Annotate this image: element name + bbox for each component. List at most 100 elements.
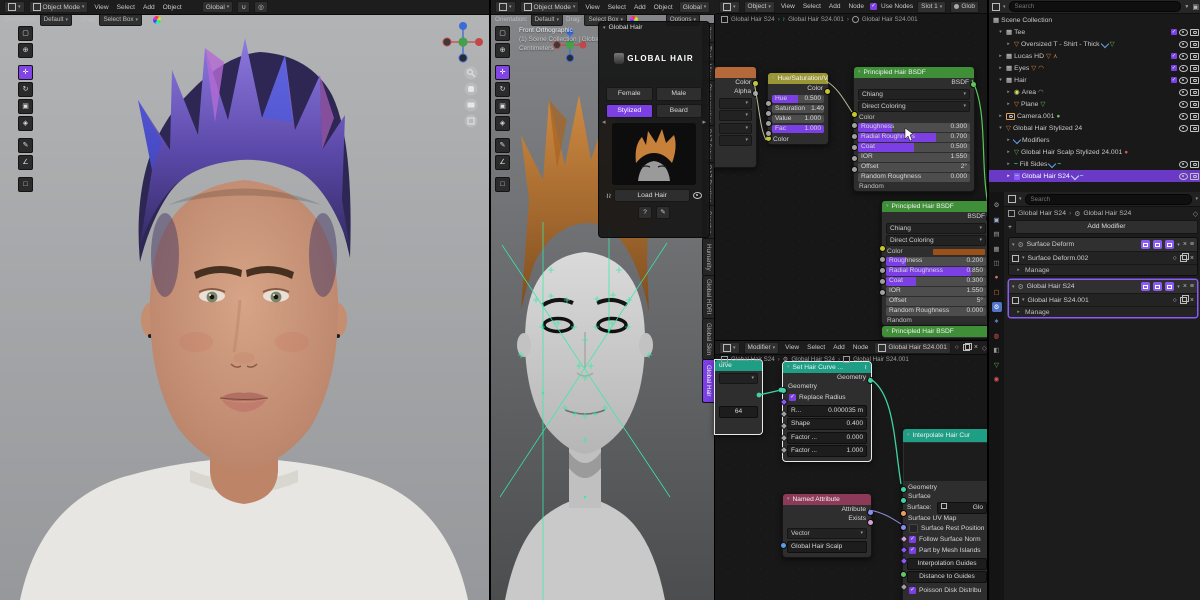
menu-add[interactable]: Add	[827, 3, 843, 10]
eye-icon[interactable]	[1179, 125, 1188, 132]
render-toggle[interactable]	[1165, 240, 1174, 249]
tool-move[interactable]: ✛	[18, 65, 33, 80]
tab-render[interactable]: ▣	[992, 215, 1002, 225]
menu-view[interactable]: View	[783, 344, 801, 351]
random-roughness-slider[interactable]: Random Roughness0.000	[858, 173, 970, 182]
modifier-name[interactable]: Global Hair S24	[1027, 283, 1075, 290]
tool-cursor[interactable]: ⊕	[18, 43, 33, 58]
outliner-row[interactable]: ▸ Modifiers	[989, 134, 1200, 146]
camera-restrict-icon[interactable]	[1190, 101, 1199, 108]
checkbox-icon[interactable]: ✓	[1171, 65, 1177, 71]
outliner-row[interactable]: ▸▦ Eyes ▽◠ ✓	[989, 62, 1200, 74]
material-datablock[interactable]: Glob	[950, 1, 979, 13]
mode-select[interactable]: Object Mode▾	[520, 1, 580, 13]
interpolation-guides-field[interactable]: Interpolation Guides	[907, 558, 987, 570]
fac-slider[interactable]: Fac1.000	[772, 125, 824, 134]
eye-icon[interactable]	[1179, 77, 1188, 84]
beard-button[interactable]: Beard	[656, 104, 703, 118]
eye-icon[interactable]	[1179, 29, 1188, 36]
checkbox-icon[interactable]: ✓	[1171, 29, 1177, 35]
tab-object[interactable]: ▢	[992, 287, 1002, 297]
copies-icon[interactable]	[963, 344, 970, 351]
edit-mode-toggle[interactable]	[1141, 240, 1150, 249]
prev-hair-arrow[interactable]: ◂	[602, 118, 606, 126]
geo-mode-select[interactable]: Modifier▾	[744, 342, 780, 354]
fake-user-icon[interactable]: ○	[955, 344, 959, 351]
principled-hair-node-1[interactable]: ▾Principled Hair BSDF BSDF Chiang▾ Direc…	[853, 66, 975, 192]
tex-option-4[interactable]: ▾	[719, 135, 752, 146]
outliner-row[interactable]: ▸ Camera.001 ●	[989, 110, 1200, 122]
attribute-type-select[interactable]: Vector▾	[787, 528, 867, 539]
menu-add[interactable]: Add	[632, 4, 648, 11]
tool-measure[interactable]: ∠	[18, 155, 33, 170]
partial-curve-node[interactable]: urve ▾ 64	[714, 359, 763, 435]
radius-field[interactable]: R...0.000035 m	[787, 405, 867, 417]
tool-select-box[interactable]: ▢	[18, 26, 33, 41]
edit-mode-toggle[interactable]	[1141, 282, 1150, 291]
surface-object-row[interactable]: Surface: Glo	[903, 501, 991, 514]
camera-restrict-icon[interactable]	[1190, 41, 1199, 48]
roughness-slider[interactable]: Roughness0.300	[858, 123, 970, 132]
pin-icon[interactable]: ◇	[1193, 210, 1198, 218]
nodegroup-name[interactable]: Global Hair S24.001	[1028, 297, 1089, 304]
drag-handle[interactable]: ≡	[1190, 283, 1194, 290]
menu-add[interactable]: Add	[141, 4, 157, 11]
orientation-select[interactable]: Global▾	[679, 1, 711, 13]
editor-type-button[interactable]: ▾	[719, 342, 740, 354]
tool-measure[interactable]: ∠	[495, 155, 510, 170]
value-slider[interactable]: Value1.000	[772, 115, 824, 124]
camera-restrict-icon[interactable]	[1190, 89, 1199, 96]
factor-min-field[interactable]: Factor ...0.000	[787, 432, 867, 444]
tool-rotate[interactable]: ↻	[495, 82, 510, 97]
realtime-toggle[interactable]	[1153, 240, 1162, 249]
offset-slider[interactable]: Offset2°	[858, 163, 970, 172]
editor-type-button[interactable]: ▾	[719, 1, 740, 13]
menu-add[interactable]: Add	[831, 344, 847, 351]
tex-option-2[interactable]: ▾	[719, 110, 752, 121]
ior-slider[interactable]: IOR1.550	[858, 153, 970, 162]
tab-humanity[interactable]: Humanity	[702, 238, 714, 276]
proportional-edit-toggle[interactable]: ◎	[254, 1, 268, 13]
tool-move[interactable]: ✛	[495, 65, 510, 80]
parametrization-select[interactable]: Direct Coloring▾	[886, 235, 986, 246]
fake-user-icon[interactable]: ○	[1173, 255, 1177, 262]
collapse-icon[interactable]: ▾	[1012, 284, 1015, 290]
camera-restrict-icon[interactable]	[1190, 29, 1199, 36]
menu-select[interactable]: Select	[801, 3, 823, 10]
add-icon[interactable]: +	[1008, 224, 1012, 231]
outliner-row[interactable]: ▸▦ Lucas HD ▽⋏ ✓	[989, 50, 1200, 62]
delete-modifier-button[interactable]: ×	[1183, 283, 1187, 290]
hue-slider[interactable]: Hue0.500	[772, 95, 824, 104]
eye-icon[interactable]	[1179, 53, 1188, 60]
partial-value-field[interactable]: 64	[719, 406, 758, 418]
menu-object[interactable]: Object	[652, 4, 675, 11]
menu-view[interactable]: View	[779, 3, 797, 10]
viewport-left[interactable]: ▾ Object Mode▾ View Select Add Object Gl…	[0, 0, 489, 600]
radial-roughness-slider[interactable]: Radial Roughness0.850	[886, 267, 986, 276]
eye-icon[interactable]	[1179, 89, 1188, 96]
hair-preview[interactable]	[612, 123, 696, 185]
female-button[interactable]: Female	[606, 87, 653, 101]
tex-option-3[interactable]: ▾	[719, 123, 752, 134]
copies-icon[interactable]	[1180, 255, 1187, 262]
mode-select[interactable]: Object Mode▾	[29, 1, 89, 13]
outliner-row[interactable]: ▾▦ Hair ✓	[989, 74, 1200, 86]
distance-to-guides-field[interactable]: Distance to Guides	[907, 571, 987, 583]
camera-restrict-icon[interactable]	[1190, 53, 1199, 60]
surface-rest-position-row[interactable]: Surface Rest Position	[903, 523, 991, 534]
unlink-button[interactable]: ×	[1190, 255, 1194, 262]
tab-scene[interactable]: ◫	[992, 258, 1002, 268]
eye-icon[interactable]	[1179, 173, 1188, 180]
outliner-row[interactable]: ▸▽ Global Hair Scalp Stylized 24.001 ●	[989, 146, 1200, 158]
poisson-disk-row[interactable]: ✓Poisson Disk Distribu	[903, 585, 991, 596]
collapse-icon[interactable]: ▾	[1012, 242, 1015, 248]
menu-view[interactable]: View	[583, 4, 601, 11]
render-toggle[interactable]	[1165, 282, 1174, 291]
fake-user-icon[interactable]: ○	[1173, 297, 1177, 304]
saturation-slider[interactable]: Saturation1.400	[772, 105, 824, 114]
tool-annotate[interactable]: ✎	[18, 138, 33, 153]
tab-object-data[interactable]: ▽	[992, 360, 1002, 370]
extras-chevron[interactable]: ▾	[1177, 284, 1180, 290]
modifier-name[interactable]: Surface Deform	[1027, 241, 1075, 248]
camera-restrict-icon[interactable]	[1190, 77, 1199, 84]
